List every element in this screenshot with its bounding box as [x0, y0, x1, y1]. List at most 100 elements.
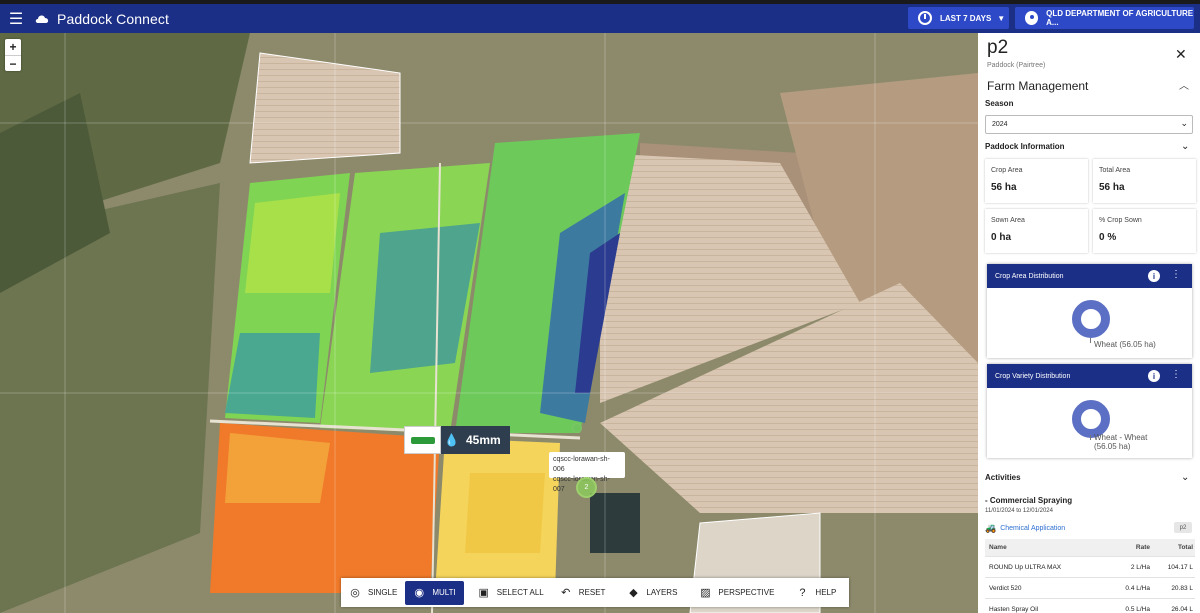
device-cluster-marker[interactable]: 2: [576, 477, 597, 498]
reset-button[interactable]: ↶ RESET: [552, 581, 614, 605]
stat-label: Sown Area: [991, 217, 1025, 224]
single-label: SINGLE: [368, 588, 398, 597]
stat-label: % Crop Sown: [1099, 217, 1142, 224]
activity-date: 11/01/2024 to 12/01/2024: [985, 508, 1053, 514]
table-cell: 2 L/Ha: [1130, 563, 1150, 571]
slice-label: Wheat (56.05 ha): [1094, 340, 1156, 349]
table-row: Hasten Spray Oil 0.5 L/Ha 26.04 L: [985, 599, 1195, 613]
close-icon[interactable]: ✕: [1175, 46, 1187, 63]
stat-label: Crop Area: [991, 167, 1023, 174]
stat-crop-area: Crop Area 56 ha: [985, 159, 1088, 203]
select-all-icon: ▣: [478, 587, 489, 599]
stat-value: 56 ha: [1099, 182, 1125, 193]
zoom-out-button[interactable]: −: [5, 55, 21, 71]
organisation-label: QLD DEPARTMENT OF AGRICULTURE A...: [1046, 9, 1194, 27]
reset-label: RESET: [578, 588, 606, 597]
help-label: HELP: [815, 588, 837, 597]
leader-line: [1090, 338, 1091, 343]
image-icon: ▨: [700, 587, 711, 599]
time-range-label: LAST 7 DAYS: [940, 13, 992, 23]
table-row: ROUND Up ULTRA MAX 2 L/Ha 104.17 L: [985, 557, 1195, 578]
multi-label: MULTI: [432, 588, 456, 597]
stat-sown-area: Sown Area 0 ha: [985, 209, 1088, 253]
layers-icon: ◆: [629, 587, 638, 599]
paddock-title: p2: [987, 37, 1009, 58]
table-cell: 20.83 L: [1171, 584, 1193, 592]
time-range-button[interactable]: LAST 7 DAYS ▼: [908, 7, 1009, 29]
chevron-down-icon: ⌄: [1180, 118, 1188, 128]
table-cell: 104.17 L: [1167, 563, 1193, 571]
table-cell: ROUND Up ULTRA MAX: [989, 563, 1062, 571]
chevron-down-icon[interactable]: ⌄: [1181, 472, 1189, 483]
select-all-label: SELECT ALL: [496, 588, 544, 597]
info-icon[interactable]: i: [1148, 270, 1160, 282]
app-title: Paddock Connect: [57, 10, 170, 27]
single-select-button[interactable]: ◎ SINGLE: [341, 581, 405, 605]
card-title: Crop Area Distribution: [995, 272, 1064, 280]
stat-crop-sown: % Crop Sown 0 %: [1093, 209, 1196, 253]
table-cell: 0.5 L/Ha: [1125, 605, 1150, 613]
column-header: Name: [989, 544, 1007, 551]
device-tooltip: cqscc-lorawan-sh-006 cqscc-lorawan-sh-00…: [549, 452, 625, 493]
station-logo: [404, 426, 441, 454]
layers-label: LAYERS: [646, 588, 678, 597]
dam: [590, 493, 640, 553]
paddock-tag: p2: [1174, 522, 1192, 533]
device-name: cqscc-lorawan-sh-006: [553, 456, 610, 473]
paddock-subtitle: Paddock (Pairtree): [987, 62, 1046, 69]
chevron-down-icon: ▼: [997, 13, 1006, 23]
zoom-control: + −: [5, 39, 21, 71]
more-vert-icon[interactable]: ⋮: [1171, 369, 1181, 380]
card-header: Crop Area Distribution i ⋮: [987, 264, 1192, 288]
clock-icon: [918, 11, 932, 25]
rainfall-marker[interactable]: 💧 45mm: [404, 426, 510, 454]
paddock-information-label: Paddock Information: [985, 142, 1065, 151]
table-cell: 0.4 L/Ha: [1125, 584, 1150, 592]
app-bar: ☰ Paddock Connect LAST 7 DAYS ▼ QLD DEPA…: [0, 4, 1200, 33]
activity-title[interactable]: - Commercial Spraying: [985, 496, 1072, 505]
cloud-logo-icon: [32, 4, 52, 33]
donut-chart: Wheat (56.05 ha): [987, 288, 1192, 358]
stat-value: 0 %: [1099, 232, 1117, 243]
layers-button[interactable]: ◆ LAYERS: [619, 581, 685, 605]
activity-type: Chemical Application: [1000, 525, 1066, 532]
select-all-button[interactable]: ▣ SELECT ALL: [470, 581, 552, 605]
activity-type-link[interactable]: 🚜 Chemical Application: [985, 523, 1065, 534]
season-select[interactable]: 2024 ⌄: [985, 115, 1193, 134]
chemical-table: Name Rate Total ROUND Up ULTRA MAX 2 L/H…: [985, 539, 1195, 613]
rain-drops-icon: 💧: [444, 433, 459, 447]
stat-value: 56 ha: [991, 182, 1017, 193]
organisation-button[interactable]: QLD DEPARTMENT OF AGRICULTURE A...: [1015, 7, 1194, 29]
leader-line: [1090, 435, 1091, 440]
donut-chart: Wheat - Wheat (56.05 ha): [987, 388, 1192, 458]
map-toolbar: ◎ SINGLE ◉ MULTI ▣ SELECT ALL ↶ RESET ◆ …: [341, 578, 849, 607]
column-header: Rate: [1135, 544, 1150, 551]
chevron-up-icon[interactable]: ︿: [1179, 77, 1189, 92]
sensor-marker[interactable]: [572, 423, 582, 433]
multi-select-button[interactable]: ◉ MULTI: [405, 580, 464, 605]
multi-target-icon: ◉: [414, 587, 425, 599]
ndvi-patch-7: [465, 473, 545, 553]
help-icon: ?: [799, 586, 806, 599]
table-header-row: Name Rate Total: [985, 539, 1195, 557]
ndvi-patch-6: [225, 433, 330, 503]
more-vert-icon[interactable]: ⋮: [1171, 269, 1181, 280]
zoom-in-button[interactable]: +: [5, 39, 21, 55]
column-header: Total: [1177, 544, 1193, 551]
paddock-details-panel: p2 Paddock (Pairtree) ✕ Farm Management …: [978, 33, 1200, 613]
undo-icon: ↶: [561, 587, 571, 599]
section-title: Farm Management: [987, 79, 1089, 93]
table-cell: 26.04 L: [1171, 605, 1193, 613]
field-fallow-north: [249, 52, 401, 164]
hamburger-menu-icon[interactable]: ☰: [0, 4, 32, 33]
activities-label: Activities: [985, 473, 1021, 482]
stat-label: Total Area: [1099, 167, 1131, 174]
account-icon: [1025, 11, 1039, 25]
help-button[interactable]: ? HELP: [788, 581, 844, 605]
satellite-map[interactable]: + − 💧 45mm cqscc-lorawan-sh-006 cqscc-lo…: [0, 33, 978, 613]
stat-total-area: Total Area 56 ha: [1093, 159, 1196, 203]
info-icon[interactable]: i: [1148, 370, 1160, 382]
perspective-label: PERSPECTIVE: [718, 588, 775, 597]
chevron-down-icon[interactable]: ⌄: [1181, 141, 1189, 152]
perspective-button[interactable]: ▨ PERSPECTIVE: [691, 581, 782, 605]
